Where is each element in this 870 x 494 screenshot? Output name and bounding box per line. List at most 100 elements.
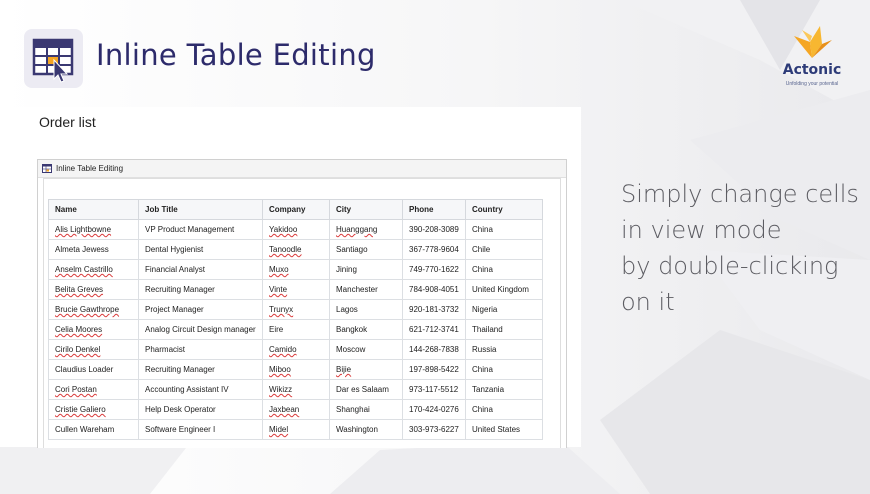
table-cell[interactable]: 973-117-5512 — [402, 379, 466, 400]
table-cell[interactable]: Tanzania — [465, 379, 543, 400]
table-row: Celia Moores Analog Circuit Design manag… — [48, 319, 543, 340]
table-cell[interactable]: Cristie Galiero — [48, 399, 139, 420]
table-cell[interactable]: 920-181-3732 — [402, 299, 466, 320]
table-cell[interactable]: Chile — [465, 239, 543, 260]
table-row: Belita Greves Recruiting Manager Vinte M… — [48, 279, 543, 300]
table-cell[interactable]: Software Engineer I — [138, 419, 263, 440]
table-cell[interactable]: Eire — [262, 319, 330, 340]
order-list-title: Order list — [39, 114, 96, 130]
table-cell[interactable]: China — [465, 359, 543, 380]
table-cell[interactable]: China — [465, 259, 543, 280]
table-cell[interactable]: 197-898-5422 — [402, 359, 466, 380]
window-title-bar: Inline Table Editing — [38, 160, 566, 178]
table-cell[interactable]: Vinte — [262, 279, 330, 300]
table-cell[interactable]: Bijie — [329, 359, 403, 380]
table-cell[interactable]: 170-424-0276 — [402, 399, 466, 420]
table-cell[interactable]: Manchester — [329, 279, 403, 300]
table-cell[interactable]: VP Product Management — [138, 219, 263, 240]
table-cell[interactable]: Dental Hygienist — [138, 239, 263, 260]
table-cell[interactable]: Muxo — [262, 259, 330, 280]
table-cell[interactable]: Claudius Loader — [48, 359, 139, 380]
table-cell[interactable]: 390-208-3089 — [402, 219, 466, 240]
table-cell[interactable]: Dar es Salaam — [329, 379, 403, 400]
table-cell[interactable]: Wikizz — [262, 379, 330, 400]
table-cell[interactable]: Accounting Assistant IV — [138, 379, 263, 400]
table-cell[interactable]: Shanghai — [329, 399, 403, 420]
table-cell[interactable]: Celia Moores — [48, 319, 139, 340]
table-row: Claudius Loader Recruiting Manager Miboo… — [48, 359, 543, 380]
table-cell[interactable]: China — [465, 219, 543, 240]
table-cell[interactable]: China — [465, 399, 543, 420]
table-edit-icon — [24, 29, 83, 88]
table-cell[interactable]: Cullen Wareham — [48, 419, 139, 440]
table-cell[interactable]: Huanggang — [329, 219, 403, 240]
table-row: Anselm Castrillo Financial Analyst Muxo … — [48, 259, 543, 280]
table-cell[interactable]: Bangkok — [329, 319, 403, 340]
table-cell[interactable]: Miboo — [262, 359, 330, 380]
order-table: Name Job Title Company City Phone Countr… — [48, 199, 543, 440]
feature-description-line: on it — [621, 288, 675, 316]
table-cell[interactable]: Recruiting Manager — [138, 359, 263, 380]
feature-description-line: Simply change cells — [621, 180, 859, 208]
table-cell[interactable]: Russia — [465, 339, 543, 360]
table-row: Brucie Gawthrope Project Manager Trunyx … — [48, 299, 543, 320]
inline-table-window: Inline Table Editing Name Job Title Comp… — [37, 159, 567, 448]
table-row: Alis Lightbowne VP Product Management Ya… — [48, 219, 543, 240]
table-row: Cirilo Denkel Pharmacist Camido Moscow 1… — [48, 339, 543, 360]
feature-description: Simply change cells in view mode by doub… — [621, 176, 866, 320]
table-cell[interactable]: Pharmacist — [138, 339, 263, 360]
table-cell[interactable]: Moscow — [329, 339, 403, 360]
table-cell[interactable]: Jining — [329, 259, 403, 280]
column-header-company[interactable]: Company — [262, 199, 330, 220]
table-cell[interactable]: Brucie Gawthrope — [48, 299, 139, 320]
table-cell[interactable]: Camido — [262, 339, 330, 360]
window-title: Inline Table Editing — [56, 164, 124, 173]
table-cell[interactable]: Almeta Jewess — [48, 239, 139, 260]
table-cell[interactable]: United States — [465, 419, 543, 440]
table-row: Almeta Jewess Dental Hygienist Tanoodle … — [48, 239, 543, 260]
table-cell[interactable]: Midel — [262, 419, 330, 440]
table-cell[interactable]: Lagos — [329, 299, 403, 320]
table-edit-icon — [42, 163, 52, 173]
table-cell[interactable]: Belita Greves — [48, 279, 139, 300]
table-cell[interactable]: Cirilo Denkel — [48, 339, 139, 360]
table-cell[interactable]: Analog Circuit Design manager — [138, 319, 263, 340]
table-cell[interactable]: Yakidoo — [262, 219, 330, 240]
feature-description-line: by double-clicking — [621, 252, 839, 280]
column-header-phone[interactable]: Phone — [402, 199, 466, 220]
table-header-row: Name Job Title Company City Phone Countr… — [48, 199, 543, 220]
feature-description-line: in view mode — [621, 216, 782, 244]
column-header-country[interactable]: Country — [465, 199, 543, 220]
table-row: Cori Postan Accounting Assistant IV Wiki… — [48, 379, 543, 400]
table-cell[interactable]: Alis Lightbowne — [48, 219, 139, 240]
table-cell[interactable]: 784-908-4051 — [402, 279, 466, 300]
table-cell[interactable]: Financial Analyst — [138, 259, 263, 280]
table-row: Cristie Galiero Help Desk Operator Jaxbe… — [48, 399, 543, 420]
table-cell[interactable]: Trunyx — [262, 299, 330, 320]
table-cell[interactable]: Jaxbean — [262, 399, 330, 420]
table-cell[interactable]: Tanoodle — [262, 239, 330, 260]
table-row: Cullen Wareham Software Engineer I Midel… — [48, 419, 543, 440]
origami-bird-icon — [794, 26, 832, 58]
table-cell[interactable]: United Kingdom — [465, 279, 543, 300]
column-header-job-title[interactable]: Job Title — [138, 199, 263, 220]
logo-tagline: Unfolding your potential — [785, 81, 839, 87]
column-header-city[interactable]: City — [329, 199, 403, 220]
table-cell[interactable]: 144-268-7838 — [402, 339, 466, 360]
table-cell[interactable]: Recruiting Manager — [138, 279, 263, 300]
table-cell[interactable]: Santiago — [329, 239, 403, 260]
table-cell[interactable]: 621-712-3741 — [402, 319, 466, 340]
table-cell[interactable]: Cori Postan — [48, 379, 139, 400]
table-cell[interactable]: 367-778-9604 — [402, 239, 466, 260]
table-cell[interactable]: Project Manager — [138, 299, 263, 320]
logo-name: Actonic — [782, 62, 842, 78]
actonic-logo: Actonic Unfolding your potential — [772, 24, 852, 90]
table-cell[interactable]: Anselm Castrillo — [48, 259, 139, 280]
table-cell[interactable]: Thailand — [465, 319, 543, 340]
column-header-name[interactable]: Name — [48, 199, 139, 220]
table-cell[interactable]: Help Desk Operator — [138, 399, 263, 420]
table-cell[interactable]: Nigeria — [465, 299, 543, 320]
table-cell[interactable]: 303-973-6227 — [402, 419, 466, 440]
table-cell[interactable]: Washington — [329, 419, 403, 440]
table-cell[interactable]: 749-770-1622 — [402, 259, 466, 280]
